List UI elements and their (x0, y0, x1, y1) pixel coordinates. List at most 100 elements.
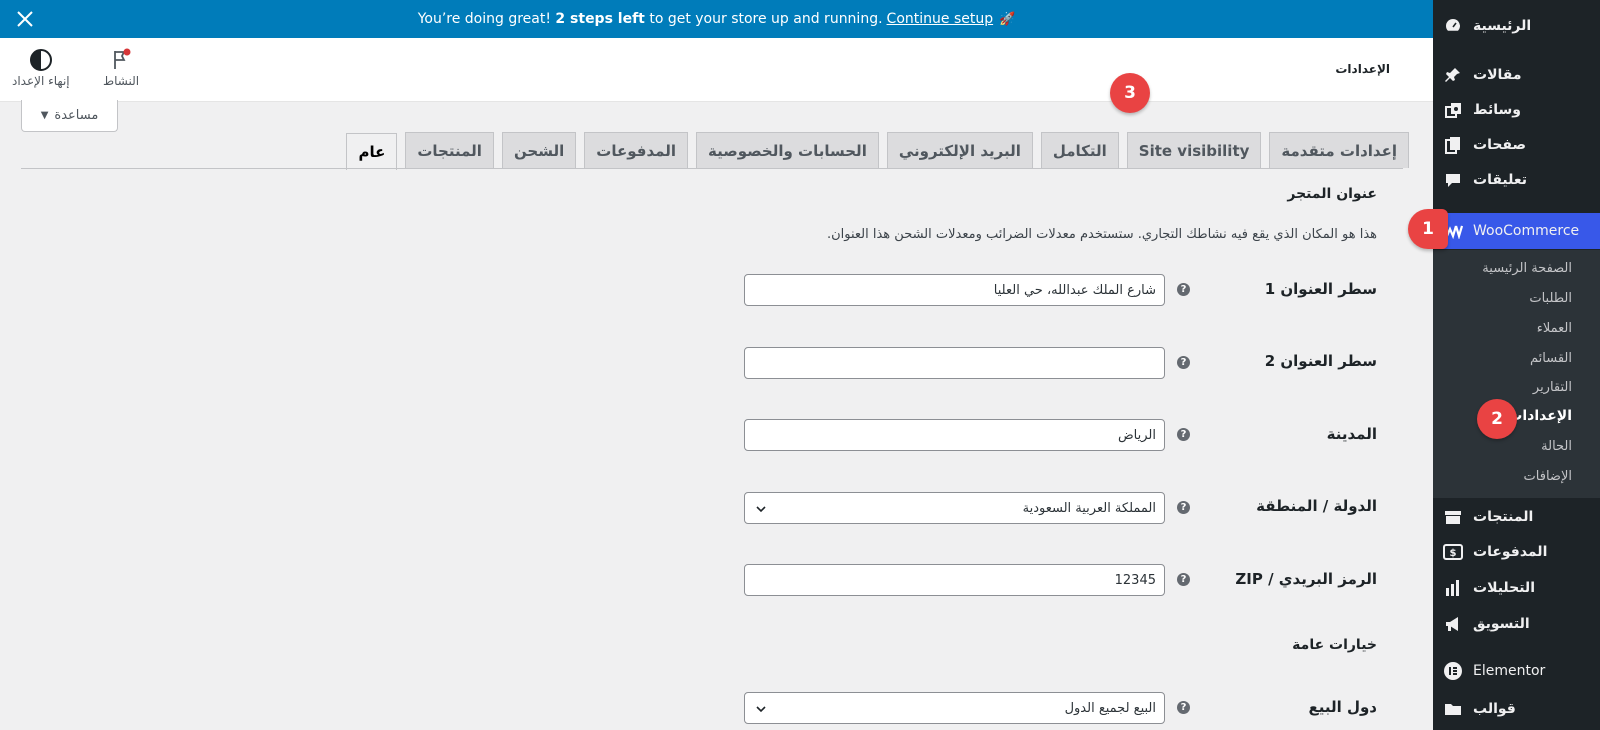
pin-icon (1443, 65, 1463, 85)
sidebar-item-templates[interactable]: قوالب (1433, 692, 1600, 726)
general-options-heading: خيارات عامة (1292, 637, 1377, 653)
sidebar-item-elementor[interactable]: Elementor (1433, 654, 1600, 688)
sidebar-item-label: قوالب (1473, 701, 1516, 717)
help-tab-button[interactable]: مساعدة ▼ (21, 100, 118, 132)
tab-general[interactable]: عام (346, 133, 398, 170)
tab-shipping[interactable]: الشحن (501, 132, 577, 168)
banner-text: You’re doing great! 2 steps left to get … (417, 11, 883, 27)
setup-banner: You’re doing great! 2 steps left to get … (0, 0, 1433, 38)
svg-text:$: $ (1450, 548, 1457, 559)
caret-down-icon: ▼ (40, 110, 49, 121)
store-address-heading: عنوان المتجر (1287, 186, 1377, 202)
sidebar-item-media[interactable]: وسائط (1433, 93, 1600, 127)
city-label: المدينة (1326, 425, 1377, 443)
activity-button[interactable]: النشاط (103, 48, 139, 88)
help-tip-icon[interactable]: ? (1177, 701, 1190, 714)
tab-products[interactable]: المنتجات (405, 132, 494, 168)
tab-payments[interactable]: المدفوعات (584, 132, 688, 168)
sidebar-item-payments[interactable]: $ المدفوعات (1433, 535, 1600, 569)
address-1-input[interactable]: شارع الملك عبدالله، حي العليا (744, 274, 1165, 306)
close-icon[interactable] (14, 8, 36, 30)
sidebar-item-label: وسائط (1473, 102, 1521, 118)
help-tip-icon[interactable]: ? (1177, 283, 1190, 296)
address-1-label: سطر العنوان 1 (1264, 280, 1377, 298)
submenu-item-home[interactable]: الصفحة الرئيسية (1482, 261, 1572, 276)
country-label: الدولة / المنطقة (1256, 497, 1377, 515)
finish-setup-button[interactable]: إنهاء الإعداد (12, 48, 70, 88)
tab-emails[interactable]: البريد الإلكتروني (886, 132, 1033, 168)
half-circle-icon (29, 49, 52, 71)
submenu-item-customers[interactable]: العملاء (1537, 321, 1572, 336)
step-marker-3: 3 (1110, 73, 1150, 113)
tab-accounts-privacy[interactable]: الحسابات والخصوصية (695, 132, 879, 168)
sidebar-item-label: الرئيسية (1473, 18, 1532, 34)
tab-advanced[interactable]: إعدادات متقدمة (1269, 132, 1409, 168)
folder-icon (1443, 699, 1463, 719)
woocommerce-submenu (1433, 250, 1600, 498)
step-marker-1: 1 (1408, 209, 1448, 249)
settings-tabs: عام المنتجات الشحن المدفوعات الحسابات وا… (346, 132, 1409, 170)
store-address-description: هذا هو المكان الذي يقع فيه نشاطك التجاري… (826, 227, 1377, 242)
tab-integration[interactable]: التكامل (1040, 132, 1119, 168)
address-2-label: سطر العنوان 2 (1264, 352, 1377, 370)
pages-icon (1443, 135, 1463, 155)
help-tip-icon[interactable]: ? (1177, 428, 1190, 441)
submenu-item-coupons[interactable]: القسائم (1530, 351, 1572, 366)
submenu-item-settings[interactable]: الإعدادات (1508, 408, 1572, 424)
submenu-item-reports[interactable]: التقارير (1533, 380, 1572, 395)
page-header: الإعدادات النشاط إنهاء الإعداد (0, 38, 1433, 102)
submenu-item-status[interactable]: الحالة (1541, 439, 1572, 454)
sidebar-item-label: Elementor (1473, 663, 1546, 679)
activity-label: النشاط (103, 74, 140, 88)
sidebar-item-analytics[interactable]: التحليلات (1433, 571, 1600, 605)
sidebar-item-dashboard[interactable]: الرئيسية (1433, 9, 1600, 43)
sidebar-item-woocommerce[interactable]: WooCommerce (1433, 213, 1600, 249)
help-tip-icon[interactable]: ? (1177, 356, 1190, 369)
sidebar-item-label: تعليقات (1473, 172, 1527, 188)
postcode-label: الرمز البريدي / ZIP (1235, 570, 1377, 588)
megaphone-icon (1443, 614, 1463, 634)
sidebar-item-marketing[interactable]: التسويق (1433, 607, 1600, 641)
selling-location-select[interactable]: البيع لجميع الدول (744, 692, 1165, 724)
sidebar-item-products[interactable]: المنتجات (1433, 500, 1600, 534)
step-marker-2: 2 (1477, 399, 1517, 439)
tabs-divider (21, 168, 1403, 169)
sidebar-item-posts[interactable]: مقالات (1433, 58, 1600, 92)
sidebar-item-label: صفحات (1473, 137, 1527, 153)
sidebar-item-label: التحليلات (1473, 580, 1535, 596)
chevron-down-icon (756, 506, 766, 513)
flag-icon (114, 48, 131, 69)
help-label: مساعدة (54, 108, 99, 123)
postcode-input[interactable]: 12345 (744, 564, 1165, 596)
country-value: المملكة العربية السعودية (1022, 500, 1156, 516)
chevron-down-icon (756, 706, 766, 713)
sidebar-item-label: المنتجات (1473, 509, 1534, 525)
dashboard-icon (1443, 16, 1463, 36)
sidebar-item-pages[interactable]: صفحات (1433, 128, 1600, 162)
rocket-icon: 🚀 (999, 11, 1016, 27)
payments-icon: $ (1443, 542, 1463, 562)
selling-location-label: دول البيع (1308, 698, 1377, 716)
continue-setup-link[interactable]: Continue setup (887, 11, 994, 27)
archive-icon (1443, 507, 1463, 527)
help-tip-icon[interactable]: ? (1177, 573, 1190, 586)
elementor-icon (1443, 661, 1463, 681)
country-select[interactable]: المملكة العربية السعودية (744, 492, 1165, 524)
tab-site-visibility[interactable]: Site visibility (1126, 132, 1262, 168)
help-tip-icon[interactable]: ? (1177, 501, 1190, 514)
submenu-item-orders[interactable]: الطلبات (1529, 291, 1572, 306)
submenu-item-extensions[interactable]: الإضافات (1524, 469, 1572, 484)
sidebar-item-label: مقالات (1473, 67, 1522, 83)
sidebar-item-label: WooCommerce (1473, 223, 1580, 239)
media-icon (1443, 100, 1463, 120)
sidebar-item-comments[interactable]: تعليقات (1433, 163, 1600, 197)
comments-icon (1443, 170, 1463, 190)
page-title: الإعدادات (1335, 62, 1390, 76)
selling-location-value: البيع لجميع الدول (1064, 700, 1156, 716)
chart-icon (1443, 578, 1463, 598)
finish-setup-label: إنهاء الإعداد (12, 74, 70, 88)
city-input[interactable]: الرياض (744, 419, 1165, 451)
sidebar-item-label: التسويق (1473, 616, 1530, 632)
sidebar-item-label: المدفوعات (1473, 544, 1548, 560)
address-2-input[interactable] (744, 347, 1165, 379)
